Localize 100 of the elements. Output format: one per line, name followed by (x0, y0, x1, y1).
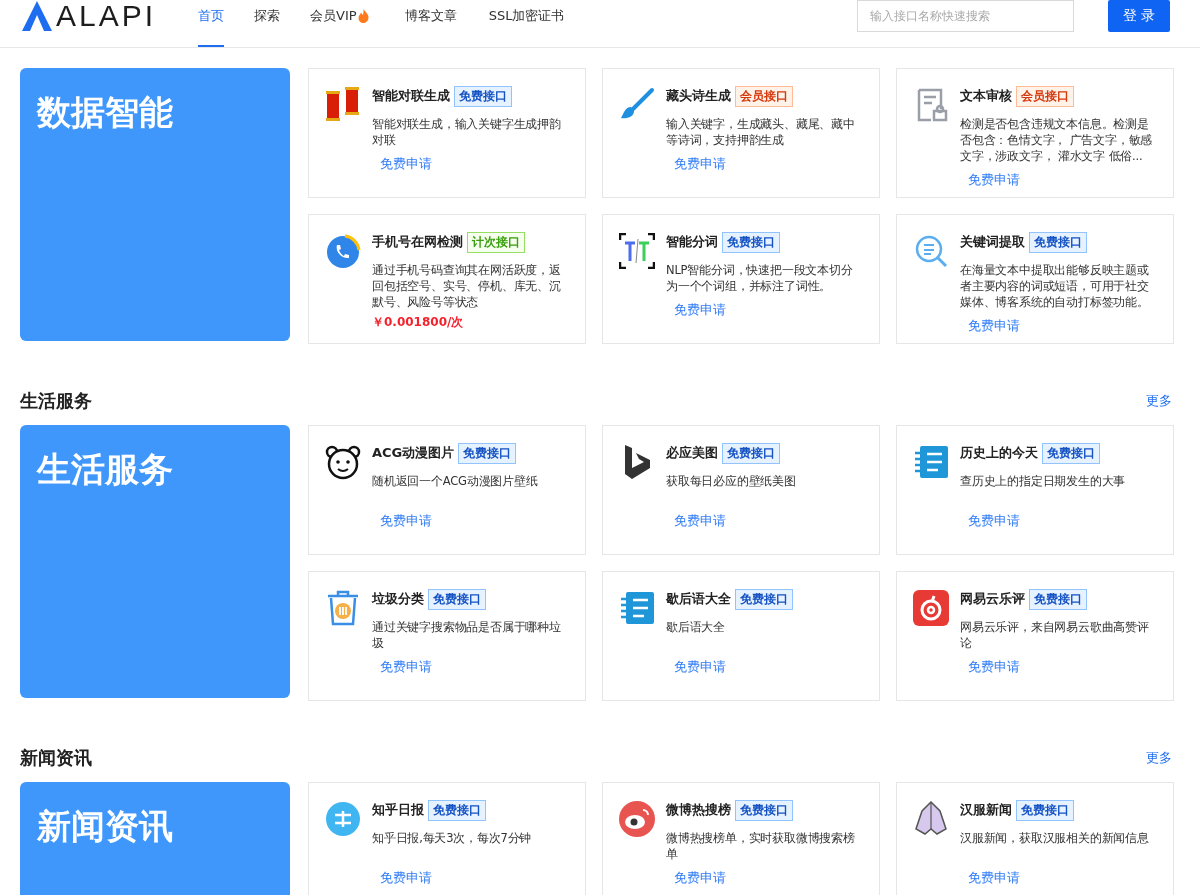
api-type-tag: 会员接口 (735, 85, 793, 107)
api-description: 通过手机号码查询其在网活跃度，返回包括空号、实号、停机、库无、沉默号、风险号等状态 (372, 262, 562, 310)
api-type-tag: 免费接口 (722, 442, 780, 464)
robe-icon (913, 801, 949, 837)
nav-link[interactable]: 博客文章 (404, 0, 457, 47)
api-description: 汉服新闻，获取汉服相关的新闻信息 (960, 830, 1150, 847)
eye-icon (619, 801, 655, 837)
category-banner: 数据智能 (20, 68, 290, 341)
magnifier-icon (913, 233, 949, 269)
api-card[interactable]: 知乎日报 免费接口 知乎日报,每天3次，每次7分钟 免费申请 (308, 782, 586, 895)
api-title: 智能对联生成 (372, 87, 450, 105)
apply-link[interactable]: 免费申请 (674, 658, 726, 676)
api-type-tag: 免费接口 (1029, 588, 1087, 610)
login-button[interactable]: 登 录 (1108, 0, 1170, 32)
api-description: 知乎日报,每天3次，每次7分钟 (372, 830, 533, 847)
section-title: 生活服务 (20, 389, 92, 413)
text-split-icon (619, 233, 655, 269)
nav-link[interactable]: 探索 (254, 0, 281, 47)
api-title: 必应美图 (666, 444, 718, 462)
api-title: 历史上的今天 (960, 444, 1038, 462)
api-description: 网易云乐评，来自网易云歌曲高赞评论 (960, 619, 1150, 651)
apply-link[interactable]: 免费申请 (674, 301, 726, 319)
apply-link[interactable]: 免费申请 (380, 512, 432, 530)
flame-icon (357, 9, 369, 23)
phone-icon (325, 233, 361, 269)
category-banner: 新闻资讯 (20, 782, 290, 895)
apply-link[interactable]: 免费申请 (968, 658, 1020, 676)
api-type-tag: 免费接口 (454, 85, 512, 107)
api-card[interactable]: 必应美图 免费接口 获取每日必应的壁纸美图 免费申请 (602, 425, 880, 555)
more-link[interactable]: 更多 (1146, 392, 1172, 410)
api-description: 获取每日必应的壁纸美图 (666, 473, 797, 490)
api-card[interactable]: ACG动漫图片 免费接口 随机返回一个ACG动漫图片壁纸 免费申请 (308, 425, 586, 555)
trash-can-icon (325, 590, 361, 626)
nav-link[interactable]: 会员VIP (310, 0, 369, 47)
api-description: 输入关键字，生成藏头、藏尾、藏中等诗词，支持押韵生成 (666, 116, 856, 148)
api-description: 通过关键字搜索物品是否属于哪种垃圾 (372, 619, 562, 651)
api-type-tag: 免费接口 (735, 588, 793, 610)
price-text: ￥0.001800/次 (372, 314, 464, 331)
bear-face-icon (325, 444, 361, 480)
api-title: 歇后语大全 (666, 590, 731, 608)
notebook-icon (619, 590, 655, 626)
api-description: 随机返回一个ACG动漫图片壁纸 (372, 473, 539, 490)
api-card[interactable]: 垃圾分类 免费接口 通过关键字搜索物品是否属于哪种垃圾 免费申请 (308, 571, 586, 701)
apply-link[interactable]: 免费申请 (968, 512, 1020, 530)
api-card[interactable]: 文本审核 会员接口 检测是否包含违规文本信息。检测是否包含：色情文字， 广告文字，敏感文字，涉政文字， 灌水文字 低俗... 免费申请 (896, 68, 1174, 198)
apply-link[interactable]: 免费申请 (380, 658, 432, 676)
apply-link[interactable]: 免费申请 (674, 512, 726, 530)
api-type-tag: 免费接口 (722, 231, 780, 253)
api-title: 智能分词 (666, 233, 718, 251)
api-type-tag: 免费接口 (428, 799, 486, 821)
nav-link[interactable]: SSL加密证书 (488, 0, 565, 47)
scroll-icon (325, 87, 361, 123)
section-title: 新闻资讯 (20, 746, 92, 770)
apply-link[interactable]: 免费申请 (380, 155, 432, 173)
api-card[interactable]: 微博热搜榜 免费接口 微博热搜榜单，实时获取微博搜索榜单 免费申请 (602, 782, 880, 895)
apply-link[interactable]: 免费申请 (968, 317, 1020, 335)
api-title: 知乎日报 (372, 801, 424, 819)
apply-link[interactable]: 免费申请 (968, 869, 1020, 887)
api-type-tag: 计次接口 (467, 231, 525, 253)
api-card[interactable]: 智能对联生成 免费接口 智能对联生成，输入关键字生成押韵对联 免费申请 (308, 68, 586, 198)
api-title: 关键词提取 (960, 233, 1025, 251)
search-field[interactable]: 输入接口名称快速搜索 (857, 0, 1074, 32)
api-card[interactable]: 汉服新闻 免费接口 汉服新闻，获取汉服相关的新闻信息 免费申请 (896, 782, 1174, 895)
apply-link[interactable]: 免费申请 (968, 171, 1020, 189)
api-card[interactable]: 歇后语大全 免费接口 歇后语大全 免费申请 (602, 571, 880, 701)
category-banner: 生活服务 (20, 425, 290, 698)
apply-link[interactable]: 免费申请 (380, 869, 432, 887)
api-type-tag: 免费接口 (1042, 442, 1100, 464)
api-description: 检测是否包含违规文本信息。检测是否包含：色情文字， 广告文字，敏感文字，涉政文字， 灌水文字 低俗... (960, 116, 1154, 164)
api-description: 在海量文本中提取出能够反映主题或者主要内容的词或短语，可用于社交媒体、博客系统的自动打标签功能。 (960, 262, 1150, 310)
api-type-tag: 免费接口 (1016, 799, 1074, 821)
api-card[interactable]: 网易云乐评 免费接口 网易云乐评，来自网易云歌曲高赞评论 免费申请 (896, 571, 1174, 701)
api-title: 藏头诗生成 (666, 87, 731, 105)
api-card[interactable]: 关键词提取 免费接口 在海量文本中提取出能够反映主题或者主要内容的词或短语，可用于社交媒体、博客系统的自动打标签功能。 免费申请 (896, 214, 1174, 344)
api-type-tag: 免费接口 (735, 799, 793, 821)
notebook-icon (913, 444, 949, 480)
api-description: 查历史上的指定日期发生的大事 (960, 473, 1127, 490)
apply-link[interactable]: 免费申请 (674, 155, 726, 173)
api-card[interactable]: 智能分词 免费接口 NLP智能分词，快速把一段文本切分为一个个词组，并标注了词性。 免费申请 (602, 214, 880, 344)
api-type-tag: 会员接口 (1016, 85, 1074, 107)
api-description: 歇后语大全 (666, 619, 726, 636)
nav-link[interactable]: 首页 (198, 0, 225, 47)
api-title: 网易云乐评 (960, 590, 1025, 608)
logo-text[interactable]: ALAPI (56, 0, 157, 32)
apply-link[interactable]: 免费申请 (674, 869, 726, 887)
api-title: 文本审核 (960, 87, 1012, 105)
more-link[interactable]: 更多 (1146, 749, 1172, 767)
api-title: 垃圾分类 (372, 590, 424, 608)
api-card[interactable]: 历史上的今天 免费接口 查历史上的指定日期发生的大事 免费申请 (896, 425, 1174, 555)
api-type-tag: 免费接口 (428, 588, 486, 610)
api-card[interactable]: 手机号在网检测 计次接口 通过手机号码查询其在网活跃度，返回包括空号、实号、停机、库无、沉默号、风险号等状态 ￥0.001800/次 (308, 214, 586, 344)
circle-icon (325, 801, 361, 837)
logo-icon (20, 1, 54, 31)
api-type-tag: 免费接口 (458, 442, 517, 464)
api-description: 微博热搜榜单，实时获取微博搜索榜单 (666, 830, 856, 862)
api-type-tag: 免费接口 (1029, 231, 1087, 253)
api-description: 智能对联生成，输入关键字生成押韵对联 (372, 116, 562, 148)
api-description: NLP智能分词，快速把一段文本切分为一个个词组，并标注了词性。 (666, 262, 854, 294)
api-card[interactable]: 藏头诗生成 会员接口 输入关键字，生成藏头、藏尾、藏中等诗词，支持押韵生成 免费申请 (602, 68, 880, 198)
api-title: ACG动漫图片 (372, 444, 455, 462)
